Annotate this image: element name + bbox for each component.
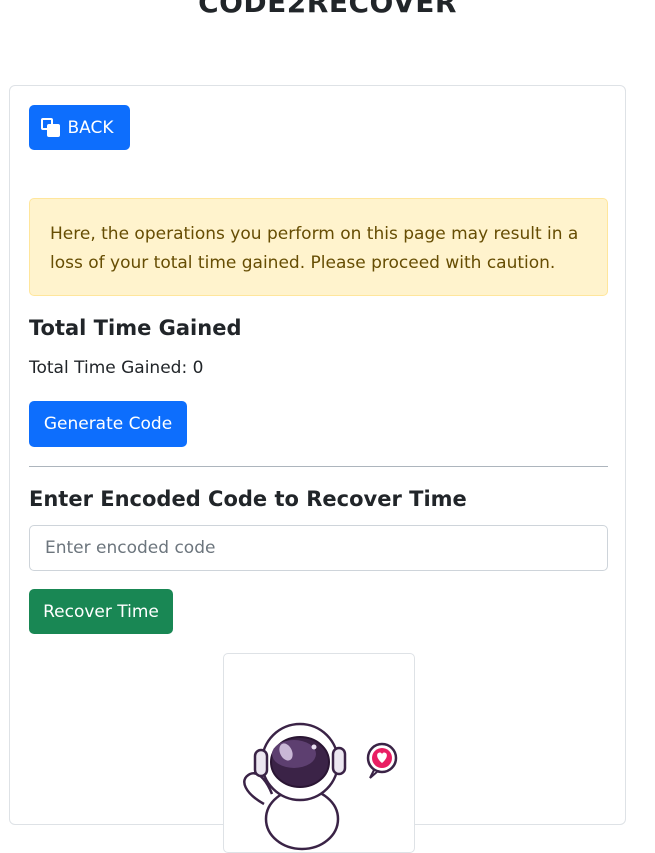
warning-alert: Here, the operations you perform on this…: [29, 198, 608, 296]
recover-heading: Enter Encoded Code to Recover Time: [29, 487, 467, 511]
illustration-card: [223, 653, 415, 853]
page-title: CODE2RECOVER: [198, 0, 457, 19]
copy-icon: [41, 118, 61, 137]
generate-code-button[interactable]: Generate Code: [29, 401, 187, 447]
back-button[interactable]: BACK: [29, 105, 130, 150]
back-button-label: BACK: [67, 117, 114, 138]
total-time-heading: Total Time Gained: [29, 316, 242, 340]
main-card: BACK Here, the operations you perform on…: [9, 85, 626, 853]
recover-time-button[interactable]: Recover Time: [29, 589, 173, 634]
total-time-value: Total Time Gained: 0: [29, 358, 204, 378]
warning-alert-text: Here, the operations you perform on this…: [50, 224, 579, 273]
encoded-code-input[interactable]: [29, 525, 608, 571]
astronaut-heart-illustration: [243, 722, 398, 851]
section-divider: [29, 466, 608, 467]
